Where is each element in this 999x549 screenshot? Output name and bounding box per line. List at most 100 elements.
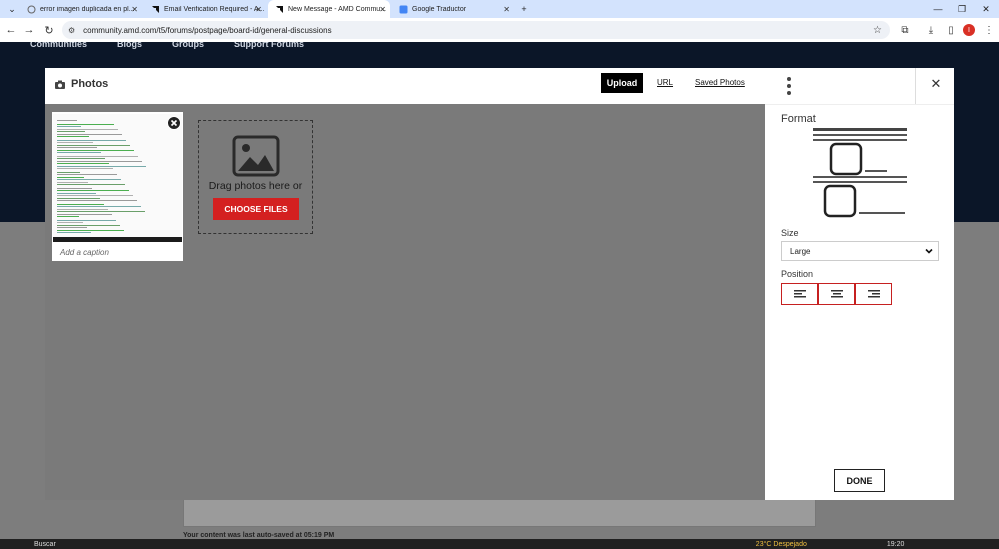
- chevron-down-icon: [925, 248, 933, 254]
- close-tab-icon[interactable]: ✕: [255, 5, 262, 14]
- thumbnail-text-line: [57, 165, 146, 167]
- restore-icon[interactable]: ❐: [950, 0, 974, 18]
- browser-menu-icon[interactable]: ⋮: [980, 21, 998, 39]
- tab-title: Google Traductor: [412, 5, 467, 13]
- back-arrow-icon[interactable]: ←: [2, 21, 20, 39]
- uploaded-photo-card: Add a caption: [52, 112, 183, 261]
- reload-icon[interactable]: ↻: [40, 21, 58, 39]
- thumbnail-text-line: [57, 133, 122, 135]
- browser-toolbar: ← → ↻ ⚙ community.amd.com/t5/forums/post…: [0, 18, 999, 42]
- nav-item-support-forums[interactable]: Support Forums: [234, 42, 304, 50]
- close-tab-icon[interactable]: ✕: [131, 5, 138, 14]
- thumbnail-text-line: [57, 206, 141, 208]
- tab-upload[interactable]: Upload: [601, 73, 643, 93]
- format-preview-icon[interactable]: [811, 126, 907, 222]
- thumbnail-text-line: [57, 147, 97, 149]
- generic-tab-icon: [26, 4, 36, 14]
- nav-item-groups[interactable]: Groups: [172, 42, 204, 50]
- thumbnail-text-line: [57, 179, 121, 181]
- site-nav: Communities Blogs Groups Support Forums: [30, 42, 304, 50]
- side-panel-icon[interactable]: ▯: [942, 21, 960, 39]
- remove-photo-button[interactable]: [167, 116, 181, 130]
- url-text: community.amd.com/t5/forums/postpage/boa…: [83, 25, 332, 35]
- tab-title: error imagen duplicada en pl...: [40, 5, 135, 13]
- thumbnail-text-line: [57, 142, 93, 144]
- minimize-icon[interactable]: —: [926, 0, 950, 18]
- position-center-button[interactable]: [818, 283, 855, 305]
- close-window-icon[interactable]: ✕: [974, 0, 998, 18]
- nav-item-blogs[interactable]: Blogs: [117, 42, 142, 50]
- taskbar-weather: 23°C Despejado: [755, 540, 807, 548]
- extensions-icon[interactable]: ⧉: [896, 21, 914, 39]
- address-bar[interactable]: ⚙ community.amd.com/t5/forums/postpage/b…: [62, 21, 890, 39]
- camera-icon: [55, 80, 65, 89]
- right-align-icon: [867, 290, 880, 298]
- thumbnail-text-line: [57, 136, 89, 137]
- modal-header: Photos Upload URL Saved Photos: [45, 68, 765, 104]
- thumbnail-text-line: [57, 149, 134, 151]
- left-align-icon: [793, 290, 806, 298]
- done-button[interactable]: DONE: [834, 469, 885, 492]
- thumbnail-text-line: [57, 227, 87, 229]
- os-taskbar: Buscar 23°C Despejado 19:20: [0, 539, 999, 549]
- tab-saved-photos[interactable]: Saved Photos: [695, 78, 745, 87]
- bookmark-star-icon[interactable]: ☆: [873, 25, 882, 36]
- size-select[interactable]: Large: [781, 241, 939, 261]
- thumbnail-taskbar: [53, 237, 182, 242]
- thumbnail-text-line: [57, 158, 105, 160]
- more-options-icon[interactable]: [785, 77, 793, 95]
- thumbnail-text-line: [57, 197, 100, 199]
- choose-files-button[interactable]: CHOOSE FILES: [213, 198, 299, 220]
- browser-tab-4[interactable]: Google Traductor ✕: [392, 0, 514, 18]
- size-select-value: Large: [790, 246, 811, 256]
- thumbnail-text-line: [57, 131, 85, 133]
- panel-header-line: [765, 104, 954, 105]
- autosave-status: Your content was last auto-saved at 05:1…: [183, 532, 335, 539]
- message-editor: [183, 497, 816, 527]
- thumbnail-text-line: [57, 140, 126, 141]
- forward-arrow-icon[interactable]: →: [20, 21, 38, 39]
- thumbnail-text-line: [57, 195, 133, 197]
- profile-avatar[interactable]: I: [963, 24, 975, 36]
- downloads-icon[interactable]: ⤓: [922, 21, 940, 39]
- amd-logo-icon: [150, 4, 160, 14]
- new-tab-plus-icon[interactable]: +: [512, 0, 536, 18]
- thumbnail-text-line: [57, 126, 81, 128]
- position-left-button[interactable]: [781, 283, 818, 305]
- thumbnail-text-line: [57, 220, 116, 221]
- browser-tab-3-active[interactable]: New Message - AMD Commu... ✕: [268, 0, 390, 18]
- close-icon[interactable]: ✕: [928, 76, 944, 92]
- photo-dropzone[interactable]: Drag photos here or CHOOSE FILES: [198, 120, 313, 234]
- thumbnail-text-line: [57, 176, 84, 178]
- thumbnail-text-line: [57, 160, 142, 162]
- thumbnail-text-line: [57, 188, 92, 189]
- tab-url[interactable]: URL: [657, 78, 673, 87]
- caption-input[interactable]: Add a caption: [60, 248, 109, 257]
- image-placeholder-icon: [232, 135, 280, 177]
- thumbnail-text-line: [57, 174, 117, 176]
- thumbnail-text-line: [57, 216, 79, 217]
- browser-tab-2[interactable]: Email Verification Required - A... ✕: [144, 0, 266, 18]
- position-right-button[interactable]: [855, 283, 892, 305]
- taskbar-clock: 19:20: [886, 540, 905, 548]
- thumbnail-text-line: [57, 224, 120, 226]
- tab-title: New Message - AMD Commu...: [288, 5, 387, 13]
- thumbnail-text-line: [57, 204, 104, 205]
- thumbnail-text-line: [57, 120, 77, 121]
- photo-thumbnail[interactable]: [53, 114, 182, 242]
- nav-item-communities[interactable]: Communities: [30, 42, 87, 50]
- browser-tab-1[interactable]: error imagen duplicada en pl... ✕: [20, 0, 142, 18]
- photo-settings-panel: ✕ Format Size Large Position DONE: [765, 68, 954, 500]
- thumbnail-text-line: [57, 144, 130, 146]
- thumbnail-text-line: [57, 208, 108, 210]
- thumbnail-text-line: [57, 213, 112, 215]
- position-label: Position: [781, 269, 814, 279]
- thumbnail-text-line: [57, 192, 96, 194]
- close-tab-icon[interactable]: ✕: [503, 5, 510, 14]
- site-info-icon[interactable]: ⚙: [68, 26, 75, 35]
- thumbnail-text-line: [57, 163, 109, 165]
- amd-logo-icon: [274, 4, 284, 14]
- close-tab-icon[interactable]: ✕: [379, 5, 386, 14]
- taskbar-search[interactable]: Buscar: [34, 541, 56, 548]
- thumbnail-text-line: [57, 232, 91, 233]
